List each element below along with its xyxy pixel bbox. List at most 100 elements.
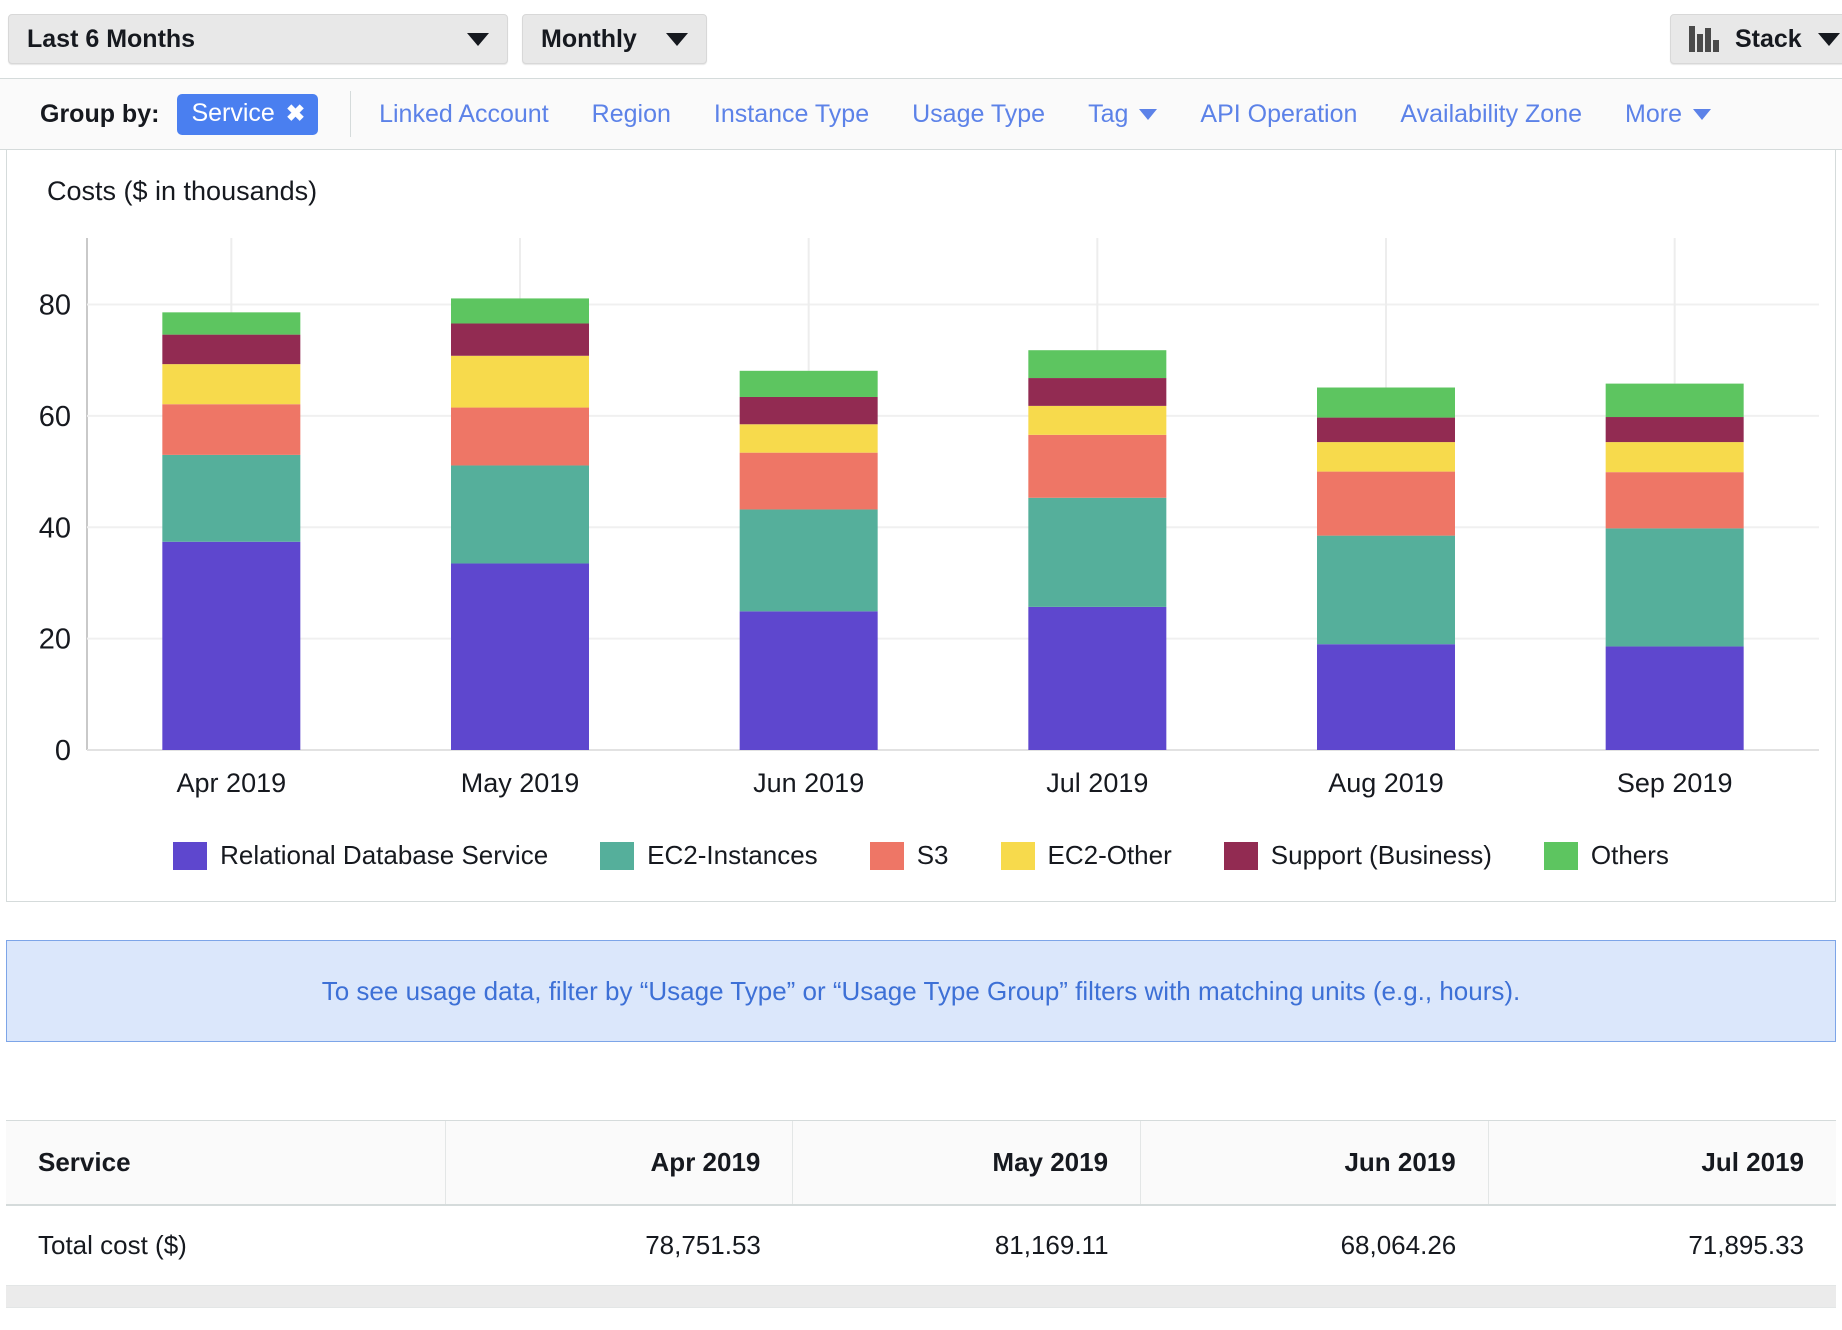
bar-segment[interactable] bbox=[1317, 471, 1455, 536]
bar-segment[interactable] bbox=[1028, 405, 1167, 435]
bar-segment[interactable] bbox=[1317, 442, 1455, 472]
column-header-jul-2019[interactable]: Jul 2019 bbox=[1488, 1121, 1836, 1206]
column-header-apr-2019[interactable]: Apr 2019 bbox=[445, 1121, 794, 1206]
close-icon[interactable]: ✖ bbox=[286, 100, 305, 127]
bar-chart-icon bbox=[1689, 26, 1719, 52]
bar-segment[interactable] bbox=[1605, 417, 1744, 443]
bar-segment[interactable] bbox=[1605, 646, 1744, 750]
legend-item[interactable]: EC2-Instances bbox=[600, 840, 818, 871]
chevron-down-icon bbox=[1817, 32, 1840, 46]
bar-segment[interactable] bbox=[162, 454, 301, 542]
option-label: Linked Account bbox=[379, 99, 549, 128]
column-header-may-2019[interactable]: May 2019 bbox=[792, 1121, 1142, 1206]
cost-table-wrapper: Service Apr 2019 May 2019 Jun 2019 Jul 2… bbox=[6, 1120, 1836, 1308]
date-range-dropdown[interactable]: Last 6 Months bbox=[8, 14, 508, 64]
group-by-option-more[interactable]: More bbox=[1625, 100, 1711, 129]
group-by-option-availability-zone[interactable]: Availability Zone bbox=[1400, 100, 1582, 129]
x-axis-tick-label: May 2019 bbox=[461, 768, 580, 798]
bar-segment[interactable] bbox=[739, 396, 878, 425]
bar-segment[interactable] bbox=[1028, 497, 1167, 607]
bar-segment[interactable] bbox=[451, 323, 589, 356]
granularity-dropdown[interactable]: Monthly bbox=[522, 14, 707, 64]
group-by-option-region[interactable]: Region bbox=[592, 100, 671, 129]
stacked-bar-chart[interactable]: 0 20 40 60 80 Apr 2019 May 2019 Jun 2019 Jul 201… bbox=[7, 222, 1835, 822]
bar-segment[interactable] bbox=[451, 355, 589, 408]
chevron-down-icon bbox=[1139, 108, 1158, 120]
group-by-chip-service[interactable]: Service ✖ bbox=[177, 93, 319, 135]
bar-segment[interactable] bbox=[1028, 350, 1167, 379]
group-by-option-usage-type[interactable]: Usage Type bbox=[912, 100, 1045, 129]
group-by-bar: Group by: Service ✖ Linked Account Regio… bbox=[0, 78, 1842, 150]
legend-label: Support (Business) bbox=[1270, 840, 1492, 870]
table-row-partial bbox=[6, 1285, 1836, 1308]
legend-item[interactable]: Support (Business) bbox=[1223, 840, 1492, 871]
group-by-option-api-operation[interactable]: API Operation bbox=[1200, 100, 1357, 129]
bar-segment[interactable] bbox=[451, 298, 589, 324]
x-axis-tick-label: Sep 2019 bbox=[1617, 768, 1733, 798]
cost-table: Service Apr 2019 May 2019 Jun 2019 Jul 2… bbox=[6, 1121, 1836, 1308]
bar-segment[interactable] bbox=[451, 563, 589, 750]
bar-segment[interactable] bbox=[1605, 472, 1744, 529]
option-label: Instance Type bbox=[713, 99, 870, 128]
cell-may-2019: 81,169.11 bbox=[792, 1205, 1141, 1286]
legend-item[interactable]: EC2-Other bbox=[1000, 840, 1172, 871]
bar-segment[interactable] bbox=[162, 334, 301, 365]
group-by-option-linked-account[interactable]: Linked Account bbox=[379, 100, 549, 129]
column-header-jun-2019[interactable]: Jun 2019 bbox=[1140, 1121, 1489, 1206]
legend-item[interactable]: Others bbox=[1543, 840, 1669, 871]
x-axis-tick-label: Jul 2019 bbox=[1046, 768, 1148, 798]
cell-empty bbox=[792, 1285, 1141, 1308]
option-label: More bbox=[1625, 99, 1682, 128]
bar-segment[interactable] bbox=[739, 611, 878, 750]
bar-segment[interactable] bbox=[1028, 378, 1167, 406]
bar-segment[interactable] bbox=[451, 407, 589, 466]
cell-apr-2019: 78,751.53 bbox=[445, 1205, 793, 1286]
granularity-label: Monthly bbox=[541, 24, 637, 53]
toolbar: Last 6 Months Monthly Stack bbox=[0, 0, 1842, 78]
legend-item[interactable]: S3 bbox=[869, 840, 949, 871]
bar-segment[interactable] bbox=[162, 364, 301, 405]
bar-segment[interactable] bbox=[162, 312, 301, 335]
column-header-service[interactable]: Service bbox=[6, 1121, 446, 1206]
bar-segment[interactable] bbox=[739, 452, 878, 510]
bar-segment[interactable] bbox=[162, 404, 301, 455]
bar-segment[interactable] bbox=[1605, 383, 1744, 418]
bar-segment[interactable] bbox=[739, 509, 878, 612]
legend-label: EC2-Instances bbox=[647, 840, 818, 870]
bar-segment[interactable] bbox=[162, 541, 301, 750]
bar-segment[interactable] bbox=[1317, 387, 1455, 418]
bar-segment[interactable] bbox=[1317, 417, 1455, 443]
cell-empty bbox=[1140, 1285, 1489, 1308]
bar-segment[interactable] bbox=[451, 465, 589, 564]
chevron-down-icon bbox=[1692, 108, 1711, 120]
legend-swatch bbox=[173, 841, 208, 870]
legend-swatch bbox=[1543, 841, 1578, 870]
bar-segment[interactable] bbox=[1605, 442, 1744, 473]
bar-segment[interactable] bbox=[1028, 434, 1167, 498]
bar-segment[interactable] bbox=[739, 424, 878, 453]
legend-label: Others bbox=[1590, 840, 1669, 870]
y-axis-tick-label: 0 bbox=[55, 735, 71, 767]
legend-swatch bbox=[1000, 841, 1035, 870]
bar-segment[interactable] bbox=[1605, 528, 1744, 647]
table-row: Total cost ($) 78,751.53 81,169.11 68,06… bbox=[6, 1205, 1836, 1286]
cell-jul-2019: 71,895.33 bbox=[1488, 1205, 1836, 1286]
y-axis-tick-label: 60 bbox=[39, 401, 71, 433]
chevron-down-icon bbox=[666, 32, 688, 46]
chevron-down-icon bbox=[467, 32, 489, 46]
x-axis-tick-label: Jun 2019 bbox=[753, 768, 864, 798]
usage-data-info-banner: To see usage data, filter by “Usage Type… bbox=[6, 940, 1836, 1042]
legend-swatch bbox=[869, 841, 904, 870]
bar-segment[interactable] bbox=[739, 370, 878, 397]
bar-segment[interactable] bbox=[1028, 606, 1167, 750]
group-by-option-instance-type[interactable]: Instance Type bbox=[714, 100, 869, 129]
chart-title: Costs ($ in thousands) bbox=[47, 176, 318, 206]
chart-legend: Relational Database Service EC2-Instances… bbox=[7, 840, 1835, 871]
bar-segment[interactable] bbox=[1317, 535, 1455, 645]
group-by-option-tag[interactable]: Tag bbox=[1088, 100, 1158, 129]
table-body: Total cost ($) 78,751.53 81,169.11 68,06… bbox=[6, 1205, 1836, 1308]
divider bbox=[350, 91, 352, 137]
chart-style-dropdown[interactable]: Stack bbox=[1670, 14, 1842, 64]
bar-segment[interactable] bbox=[1317, 644, 1455, 750]
legend-item[interactable]: Relational Database Service bbox=[173, 840, 548, 871]
